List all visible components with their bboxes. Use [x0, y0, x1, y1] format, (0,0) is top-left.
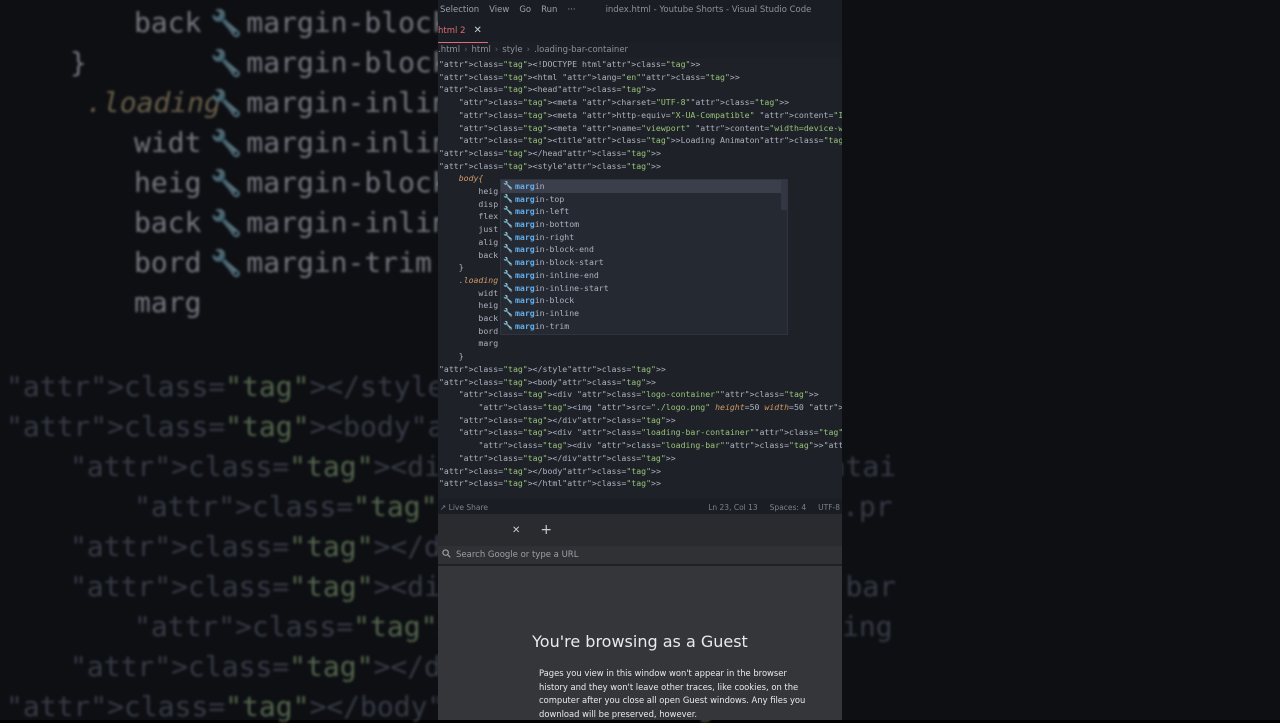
background-code-line: marg: [134, 286, 202, 319]
guest-title: You're browsing as a Guest: [532, 632, 748, 651]
autocomplete-list: 🔧 marg in 🔧 marg in-top 🔧 marg in-left 🔧 marg in-bo…: [500, 179, 788, 335]
breadcrumb-separator: ›: [526, 45, 531, 55]
browser-window: ✕ + Search Google or type a URL You're b…: [438, 514, 842, 720]
code-line: "attr">class="tag"></body"attr">class="t…: [439, 465, 661, 476]
breadcrumb-separator: ›: [494, 45, 499, 55]
code-line: "attr">class="tag"><meta "attr">name="vi…: [458, 122, 842, 133]
code-line: "attr">class="tag"></head"attr">class="t…: [439, 147, 661, 158]
background-code-line: bord 🔧 margin-trim: [134, 246, 432, 279]
browser-tab-strip: ✕ +: [438, 514, 842, 546]
breadcrumb-item[interactable]: .loading-bar-container: [534, 45, 628, 55]
code-line: "attr">class="tag"><img "attr">src="./lo…: [478, 401, 842, 412]
background-code-line: .loading 🔧 margin-inline: [86, 86, 466, 119]
phone-panel: Selection View Go Run ··· index.html - Youtu…: [438, 0, 842, 720]
close-tab-icon[interactable]: ✕: [512, 525, 520, 536]
cursor-position[interactable]: Ln 23, Col 13: [708, 503, 757, 512]
menu-item[interactable]: Run: [541, 5, 557, 15]
menu-item[interactable]: View: [489, 5, 509, 15]
status-bar: ↗ Live Share Ln 23, Col 13 Spaces: 4 UTF…: [438, 500, 842, 514]
breadcrumb-item[interactable]: style: [502, 45, 522, 55]
search-icon: [442, 549, 452, 561]
code-editor[interactable]: "attr">class="tag"><!DOCTYPE html"attr">…: [438, 58, 842, 498]
code-line: "attr">class="tag"><html "attr">lang="en…: [439, 71, 740, 82]
menu-item[interactable]: Selection: [440, 5, 479, 15]
autocomplete-item[interactable]: 🔧 marg in-left: [501, 205, 787, 218]
autocomplete-item[interactable]: 🔧 marg in-block-end: [501, 243, 787, 256]
new-tab-button[interactable]: +: [540, 522, 552, 538]
editor-tabs: html 2 ✕: [438, 20, 842, 43]
wrench-icon: 🔧: [503, 320, 513, 330]
code-line: "attr">class="tag"></div"attr">class="ta…: [458, 414, 676, 425]
autocomplete-item[interactable]: 🔧 marg in-bottom: [501, 218, 787, 231]
code-line: "attr">class="tag"><div "attr">class="lo…: [458, 427, 842, 438]
menu-item[interactable]: ···: [567, 5, 575, 15]
code-line: "attr">class="tag"><meta "attr">charset=…: [458, 97, 790, 108]
code-line: "attr">class="tag"><body"attr">class="ta…: [439, 376, 656, 387]
wrench-icon: 🔧: [503, 181, 513, 190]
code-line: marg: [439, 338, 499, 349]
autocomplete-item[interactable]: 🔧 marg in: [501, 180, 787, 193]
tab-index-html[interactable]: html 2 ✕: [438, 20, 488, 43]
wrench-icon: 🔧: [503, 244, 513, 254]
address-bar[interactable]: Search Google or type a URL: [438, 546, 842, 564]
wrench-icon: 🔧: [503, 269, 513, 279]
code-line: "attr">class="tag"><head"attr">class="ta…: [439, 84, 656, 95]
autocomplete-item[interactable]: 🔧 marg in-inline-end: [501, 269, 787, 282]
wrench-icon: 🔧: [503, 295, 513, 305]
guest-description: Pages you view in this window won't appe…: [539, 668, 806, 719]
wrench-icon: 🔧: [503, 282, 513, 292]
autocomplete-item[interactable]: 🔧 marg in-top: [501, 193, 787, 206]
autocomplete-scrollbar[interactable]: [781, 180, 787, 210]
background-code-line: } 🔧 margin-block: [70, 46, 449, 79]
code-line: "attr">class="tag"></div"attr">class="ta…: [458, 452, 676, 463]
close-icon[interactable]: ✕: [473, 25, 481, 36]
background-code-line: back 🔧 margin-inline: [134, 206, 466, 239]
breadcrumb-item[interactable]: .html: [438, 45, 460, 55]
live-share-button[interactable]: ↗ Live Share: [438, 503, 488, 512]
autocomplete-item[interactable]: 🔧 marg in-block: [501, 294, 787, 307]
code-line: "attr">class="tag"></html"attr">class="t…: [439, 478, 661, 489]
wrench-icon: 🔧: [503, 257, 513, 267]
breadcrumb-item[interactable]: html: [471, 45, 490, 55]
autocomplete-item[interactable]: 🔧 marg in-trim: [501, 320, 787, 333]
wrench-icon: 🔧: [503, 307, 513, 317]
code-line: "attr">class="tag"><title"attr">class="t…: [458, 135, 842, 146]
autocomplete-item[interactable]: 🔧 marg in-right: [501, 231, 787, 244]
address-placeholder: Search Google or type a URL: [456, 550, 579, 560]
wrench-icon: 🔧: [503, 219, 513, 229]
code-line: "attr">class="tag"><style"attr">class="t…: [439, 160, 661, 171]
autocomplete-item[interactable]: 🔧 marg in-block-start: [501, 256, 787, 269]
encoding[interactable]: UTF-8: [818, 503, 840, 512]
breadcrumb: .html › html › style › .loading-bar-container: [438, 42, 842, 58]
title-bar: Selection View Go Run ··· index.html - Youtu…: [438, 0, 842, 20]
menu-bar: Selection View Go Run ···: [438, 5, 592, 15]
tab-label: html 2: [438, 25, 466, 36]
background-code-line: heig 🔧 margin-block: [134, 166, 449, 199]
wrench-icon: 🔧: [503, 193, 513, 203]
autocomplete-item[interactable]: 🔧 marg in-inline: [501, 307, 787, 320]
code-line: "attr">class="tag"></style"attr">class="…: [439, 363, 666, 374]
menu-item[interactable]: Go: [519, 5, 531, 15]
wrench-icon: 🔧: [503, 231, 513, 241]
indentation[interactable]: Spaces: 4: [770, 503, 806, 512]
guest-page: You're browsing as a Guest Pages you vie…: [438, 566, 842, 720]
code-line: "attr">class="tag"><div "attr">class="lo…: [458, 389, 819, 400]
wrench-icon: 🔧: [503, 206, 513, 216]
code-line: }: [439, 351, 464, 362]
autocomplete-item[interactable]: 🔧 marg in-inline-start: [501, 282, 787, 295]
window-title: index.html - Youtube Shorts - Visual Stu…: [605, 5, 812, 15]
code-line: "attr">class="tag"><!DOCTYPE html"attr">…: [439, 59, 701, 69]
code-line: "attr">class="tag"><div "attr">class="lo…: [478, 440, 842, 451]
code-line: "attr">class="tag"><meta "attr">http-equ…: [458, 109, 842, 120]
background-code-line: back 🔧 margin-block: [134, 6, 449, 39]
background-code-line: widt 🔧 margin-inline: [134, 126, 466, 159]
breadcrumb-separator: ›: [464, 45, 468, 55]
